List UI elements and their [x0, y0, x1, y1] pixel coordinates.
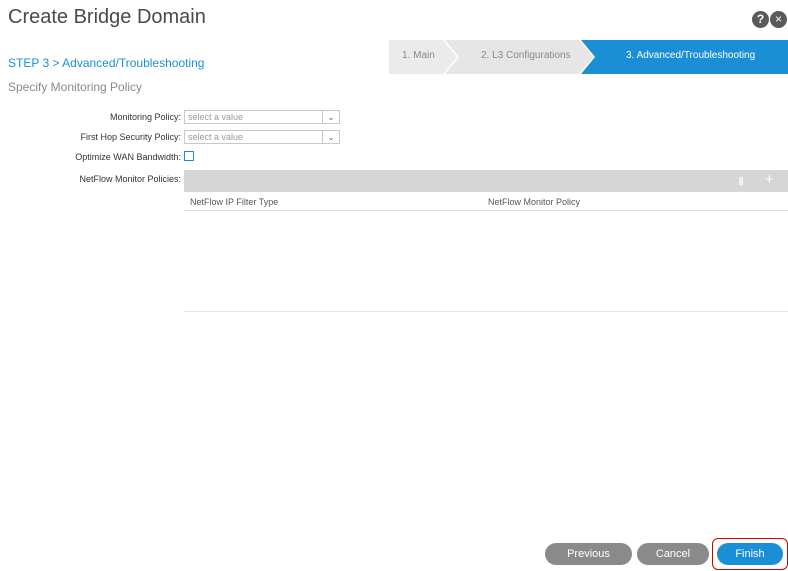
monitoring-policy-value: select a value [188, 112, 244, 122]
table-header-divider [184, 210, 788, 211]
column-header-monitor-policy[interactable]: NetFlow Monitor Policy [488, 197, 580, 207]
first-hop-security-label: First Hop Security Policy: [80, 132, 181, 142]
wizard-step-main[interactable]: 1. Main [402, 50, 435, 61]
wizard-step-l3-configurations[interactable]: 2. L3 Configurations [481, 50, 571, 61]
column-header-filter-type[interactable]: NetFlow IP Filter Type [190, 197, 278, 207]
first-hop-security-value: select a value [188, 132, 244, 142]
cancel-button[interactable]: Cancel [637, 543, 709, 565]
dialog-title: Create Bridge Domain [8, 6, 206, 28]
table-bottom-divider [184, 311, 788, 312]
wizard-steps: 1. Main 2. L3 Configurations 3. Advanced… [389, 40, 788, 74]
help-icon[interactable]: ? [752, 11, 769, 28]
first-hop-security-select[interactable]: select a value ⌄ [184, 130, 340, 144]
optimize-wan-checkbox[interactable] [184, 151, 194, 161]
optimize-wan-label: Optimize WAN Bandwidth: [75, 152, 181, 162]
netflow-table-toolbar [184, 170, 788, 192]
previous-button[interactable]: Previous [545, 543, 632, 565]
step-heading: STEP 3 > Advanced/Troubleshooting [8, 56, 205, 70]
section-heading: Specify Monitoring Policy [8, 80, 143, 94]
monitoring-policy-label: Monitoring Policy: [109, 112, 181, 122]
netflow-monitor-policies-label: NetFlow Monitor Policies: [79, 174, 181, 184]
chevron-down-icon[interactable]: ⌄ [322, 131, 339, 143]
monitoring-policy-select[interactable]: select a value ⌄ [184, 110, 340, 124]
wizard-step-advanced-troubleshooting[interactable]: 3. Advanced/Troubleshooting [626, 50, 755, 61]
finish-button[interactable]: Finish [717, 543, 783, 565]
add-icon[interactable]: + [765, 171, 774, 189]
trash-icon[interactable]: ▮ [738, 174, 744, 187]
close-icon[interactable]: × [770, 11, 787, 28]
chevron-down-icon[interactable]: ⌄ [322, 111, 339, 123]
